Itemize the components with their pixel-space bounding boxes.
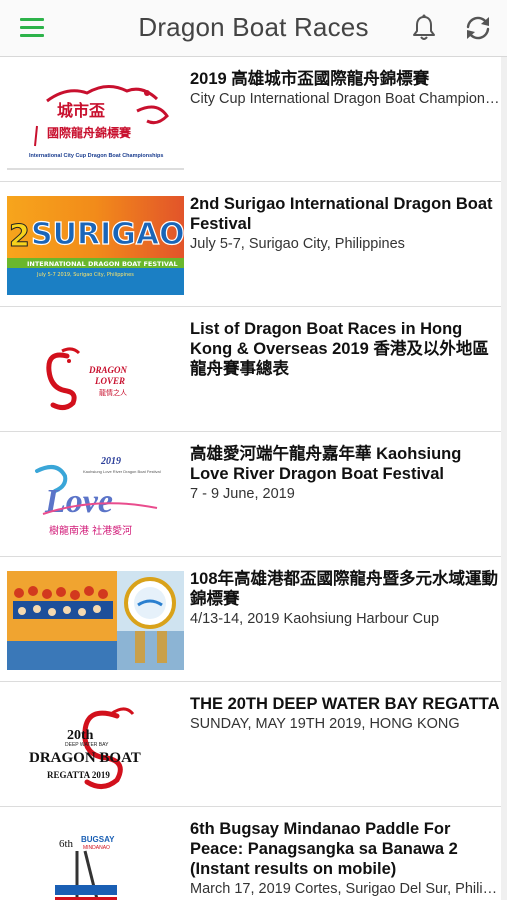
list-item[interactable]: 城市盃 國際龍舟錦標賽 International City Cup Drago…	[0, 57, 507, 182]
svg-text:Kaohsiung Love River Dragon Bo: Kaohsiung Love River Dragon Boat Festiva…	[83, 469, 161, 474]
race-thumbnail: 2019 Kaohsiung Love River Dragon Boat Fe…	[7, 446, 184, 545]
svg-text:LOVER: LOVER	[94, 376, 125, 386]
svg-text:INTERNATIONAL DRAGON BOAT FEST: INTERNATIONAL DRAGON BOAT FESTIVAL	[27, 260, 178, 268]
svg-text:REGATTA 2019: REGATTA 2019	[47, 770, 110, 780]
svg-text:MINDANAO: MINDANAO	[83, 845, 110, 851]
svg-text:Love: Love	[44, 483, 113, 520]
list-item[interactable]: 2 SURIGAO INTERNATIONAL DRAGON BOAT FEST…	[0, 182, 507, 307]
svg-text:6th: 6th	[59, 838, 74, 850]
race-thumbnail: 20th DEEP WATER BAY DRAGON BOAT REGATTA …	[7, 696, 184, 795]
race-subtitle: City Cup International Dragon Boat Champ…	[190, 91, 501, 107]
svg-text:DRAGON BOAT: DRAGON BOAT	[29, 750, 141, 766]
bell-icon[interactable]	[409, 13, 439, 43]
race-title: 2019 高雄城市盃國際龍舟錦標賽	[190, 70, 430, 88]
race-title: 6th Bugsay Mindanao Paddle For Peace: Pa…	[190, 820, 458, 878]
svg-text:DEEP WATER BAY: DEEP WATER BAY	[65, 742, 109, 748]
svg-text:SURIGAO: SURIGAO	[31, 217, 184, 252]
svg-text:龍情之人: 龍情之人	[99, 388, 127, 397]
race-subtitle: SUNDAY, MAY 19TH 2019, HONG KONG	[190, 716, 460, 732]
race-title: List of Dragon Boat Races in Hong Kong &…	[190, 320, 489, 378]
race-title: THE 20TH DEEP WATER BAY REGATTA	[190, 695, 500, 713]
race-subtitle: 4/13-14, 2019 Kaohsiung Harbour Cup	[190, 611, 440, 627]
svg-text:國際龍舟錦標賽: 國際龍舟錦標賽	[47, 125, 132, 140]
list-item[interactable]: 20th DEEP WATER BAY DRAGON BOAT REGATTA …	[0, 682, 507, 807]
svg-text:DRAGON: DRAGON	[88, 365, 128, 375]
svg-text:20th: 20th	[67, 728, 94, 743]
svg-text:2019: 2019	[100, 456, 121, 467]
svg-text:2: 2	[9, 219, 30, 254]
race-subtitle: March 17, 2019 Cortes, Surigao Del Sur, …	[190, 881, 501, 897]
race-subtitle: July 5-7, Surigao City, Philippines	[190, 236, 405, 252]
app-header: Dragon Boat Races	[0, 0, 507, 57]
list-edge	[501, 57, 507, 900]
sync-icon[interactable]	[462, 13, 494, 43]
race-title: 2nd Surigao International Dragon Boat Fe…	[190, 195, 493, 233]
list-item[interactable]: 108年高雄港都盃國際龍舟暨多元水域運動錦標賽 4/13-14, 2019 Ka…	[0, 557, 507, 682]
svg-text:July 5-7 2019, Surigao City, P: July 5-7 2019, Surigao City, Philippines	[36, 272, 134, 278]
race-thumbnail: 2 SURIGAO INTERNATIONAL DRAGON BOAT FEST…	[7, 196, 184, 295]
race-thumbnail: 城市盃 國際龍舟錦標賽 International City Cup Drago…	[7, 71, 184, 170]
race-list: 城市盃 國際龍舟錦標賽 International City Cup Drago…	[0, 57, 507, 900]
svg-text:城市盃: 城市盃	[57, 101, 105, 120]
race-title: 高雄愛河端午龍舟嘉年華 Kaohsiung Love River Dragon …	[190, 445, 462, 483]
list-item[interactable]: 2019 Kaohsiung Love River Dragon Boat Fe…	[0, 432, 507, 557]
race-thumbnail	[7, 571, 184, 670]
race-title: 108年高雄港都盃國際龍舟暨多元水域運動錦標賽	[190, 570, 499, 608]
list-item[interactable]: DRAGON LOVER 龍情之人 List of Dragon Boat Ra…	[0, 307, 507, 432]
race-thumbnail: DRAGON LOVER 龍情之人	[7, 321, 184, 420]
race-thumbnail: 6th BUGSAY MINDANAO	[7, 821, 184, 900]
svg-text:樹龍南港 社港愛河: 樹龍南港 社港愛河	[49, 524, 132, 537]
race-subtitle: 7 - 9 June, 2019	[190, 486, 295, 502]
svg-text:International City Cup Dragon: International City Cup Dragon Boat Champ…	[29, 153, 163, 159]
list-item[interactable]: 6th BUGSAY MINDANAO 6th Bugsay Mindanao …	[0, 807, 507, 900]
svg-text:BUGSAY: BUGSAY	[81, 835, 115, 844]
